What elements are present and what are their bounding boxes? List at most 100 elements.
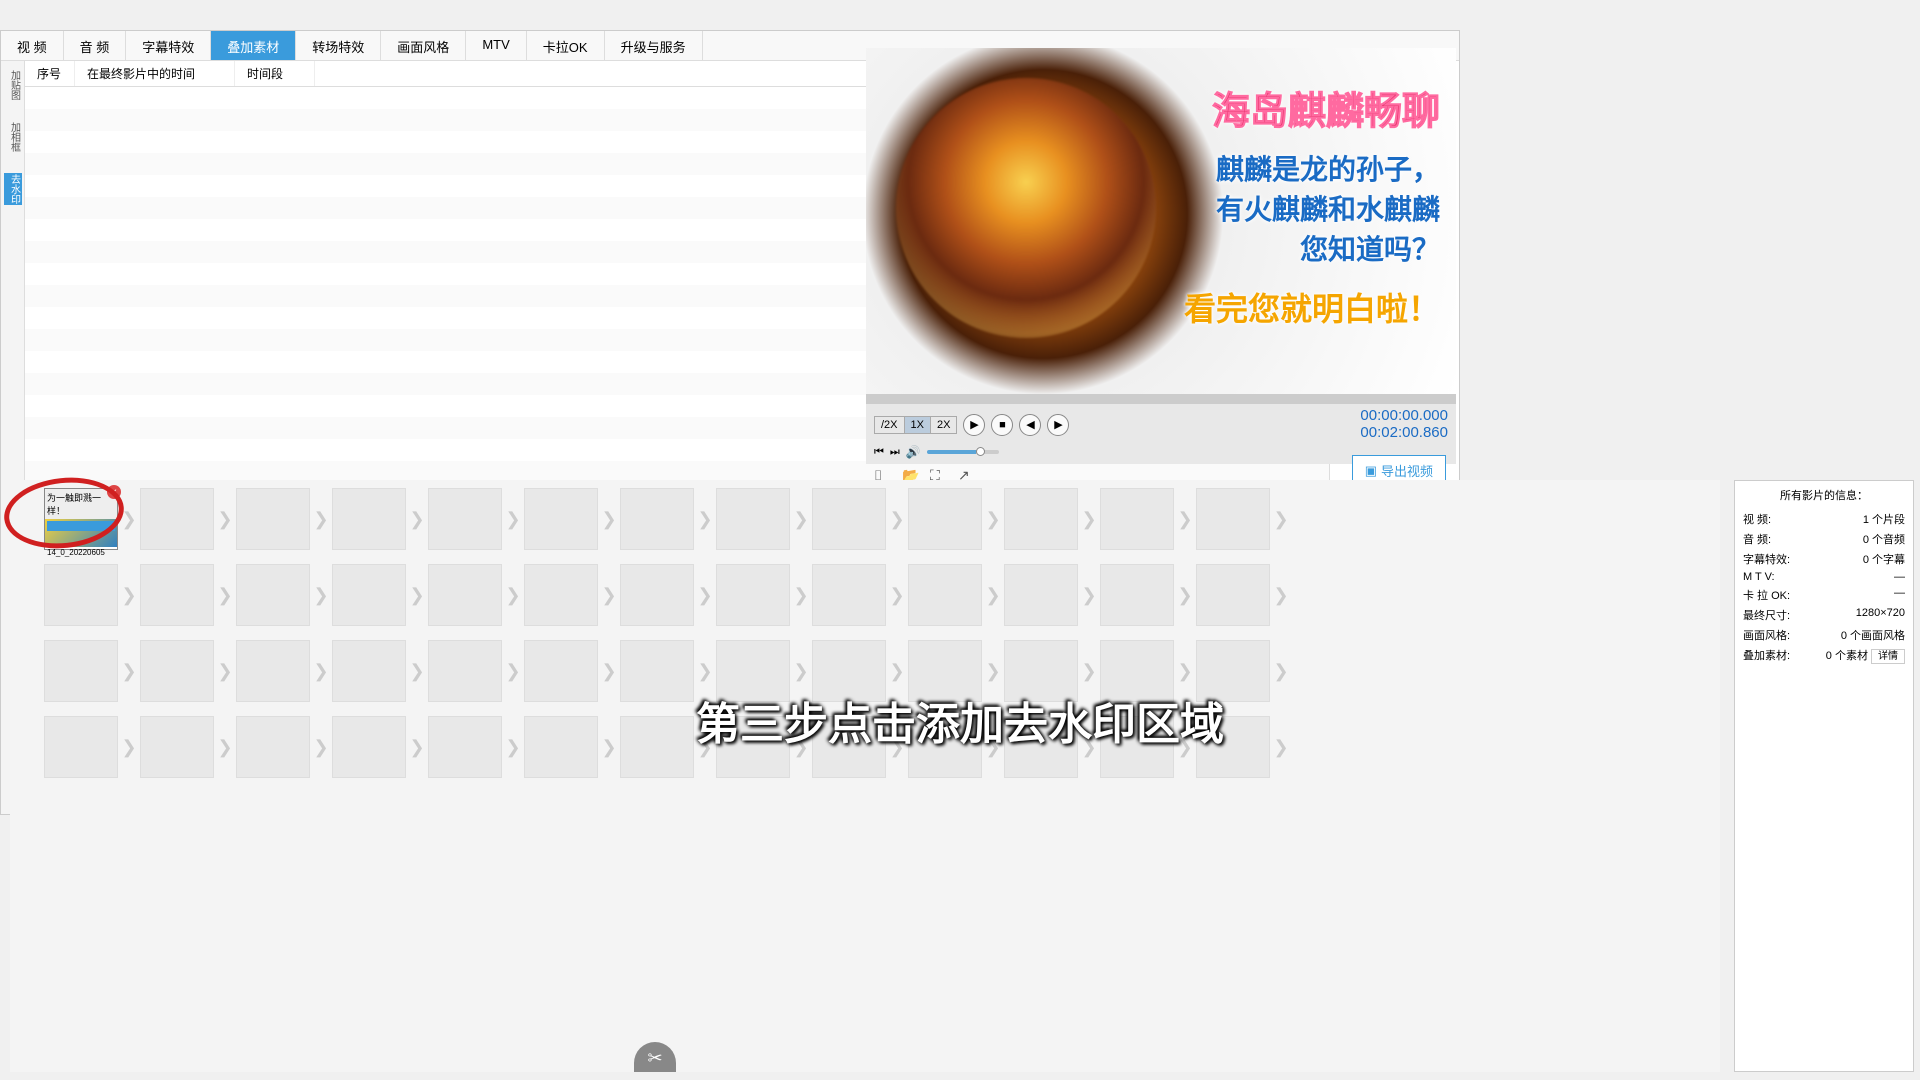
clip-slot[interactable] xyxy=(812,564,886,626)
clip-slot[interactable] xyxy=(1196,716,1270,778)
clip-slot[interactable] xyxy=(620,640,694,702)
clip-slot[interactable] xyxy=(332,564,406,626)
transition-icon[interactable]: ❯ xyxy=(312,640,330,702)
transition-icon[interactable]: ❯ xyxy=(120,488,138,550)
transition-icon[interactable]: ❯ xyxy=(408,488,426,550)
clip-slot[interactable]: 为一触即溅一样！14_0_20220605× xyxy=(44,488,118,550)
transition-icon[interactable]: ❯ xyxy=(888,640,906,702)
clip-slot[interactable] xyxy=(908,564,982,626)
clip-slot[interactable] xyxy=(812,488,886,550)
transition-icon[interactable]: ❯ xyxy=(120,640,138,702)
skip-back-icon[interactable]: ⏮ xyxy=(874,446,884,459)
clip-slot[interactable] xyxy=(428,640,502,702)
clip-slot[interactable] xyxy=(908,640,982,702)
clip-slot[interactable] xyxy=(236,716,310,778)
transition-icon[interactable]: ❯ xyxy=(120,716,138,778)
info-detail-button[interactable]: 详情 xyxy=(1871,649,1905,664)
transition-icon[interactable]: ❯ xyxy=(504,564,522,626)
clip-slot[interactable] xyxy=(1196,640,1270,702)
clip-slot[interactable] xyxy=(524,488,598,550)
transition-icon[interactable]: ❯ xyxy=(1176,564,1194,626)
clip-slot[interactable] xyxy=(812,716,886,778)
transition-icon[interactable]: ❯ xyxy=(408,640,426,702)
transition-icon[interactable]: ❯ xyxy=(888,564,906,626)
sidebar-watermark[interactable]: 去水印 xyxy=(4,173,22,205)
clip-slot[interactable] xyxy=(428,564,502,626)
transition-icon[interactable]: ❯ xyxy=(984,488,1002,550)
clip-slot[interactable] xyxy=(1100,640,1174,702)
clip-slot[interactable] xyxy=(1100,488,1174,550)
stop-icon[interactable]: ■ xyxy=(991,414,1013,436)
clip-slot[interactable] xyxy=(524,640,598,702)
play-icon[interactable]: ▶ xyxy=(963,414,985,436)
clip-slot[interactable] xyxy=(236,564,310,626)
transition-icon[interactable]: ❯ xyxy=(1080,640,1098,702)
clip-slot[interactable] xyxy=(1004,564,1078,626)
clip-slot[interactable] xyxy=(332,716,406,778)
transition-icon[interactable]: ❯ xyxy=(1272,488,1290,550)
transition-icon[interactable]: ❯ xyxy=(312,488,330,550)
transition-icon[interactable]: ❯ xyxy=(312,716,330,778)
clip-slot[interactable] xyxy=(1196,564,1270,626)
transition-icon[interactable]: ❯ xyxy=(1272,716,1290,778)
speed-2x[interactable]: 2X xyxy=(931,417,956,433)
tab-subtitle[interactable]: 字幕特效 xyxy=(126,31,211,60)
transition-icon[interactable]: ❯ xyxy=(600,564,618,626)
transition-icon[interactable]: ❯ xyxy=(408,716,426,778)
volume-icon[interactable]: 🔊 xyxy=(906,445,921,459)
transition-icon[interactable]: ❯ xyxy=(216,716,234,778)
transition-icon[interactable]: ❯ xyxy=(792,640,810,702)
clip-slot[interactable] xyxy=(332,488,406,550)
clip-slot[interactable] xyxy=(1196,488,1270,550)
tab-overlay[interactable]: 叠加素材 xyxy=(211,31,296,60)
tab-upgrade[interactable]: 升级与服务 xyxy=(605,31,703,60)
clip-slot[interactable] xyxy=(716,640,790,702)
tab-mtv[interactable]: MTV xyxy=(466,31,526,60)
clip-slot[interactable] xyxy=(1004,716,1078,778)
preview-scrubber[interactable] xyxy=(866,394,1456,404)
transition-icon[interactable]: ❯ xyxy=(600,716,618,778)
clip-slot[interactable] xyxy=(620,716,694,778)
close-icon[interactable]: × xyxy=(107,485,121,499)
transition-icon[interactable]: ❯ xyxy=(504,716,522,778)
sidebar-frame[interactable]: 加相框 xyxy=(4,121,22,153)
clip-slot[interactable] xyxy=(620,564,694,626)
clip-slot[interactable] xyxy=(524,716,598,778)
transition-icon[interactable]: ❯ xyxy=(216,640,234,702)
transition-icon[interactable]: ❯ xyxy=(696,640,714,702)
clip-slot[interactable] xyxy=(1004,488,1078,550)
clip-slot[interactable] xyxy=(716,488,790,550)
transition-icon[interactable]: ❯ xyxy=(984,564,1002,626)
transition-icon[interactable]: ❯ xyxy=(984,716,1002,778)
volume-slider[interactable] xyxy=(927,450,999,454)
transition-icon[interactable]: ❯ xyxy=(408,564,426,626)
transition-icon[interactable]: ❯ xyxy=(600,488,618,550)
preview-viewport[interactable]: 海岛麒麟畅聊 麒麟是龙的孙子， 有火麒麟和水麒麟 您知道吗？ 看完您就明白啦！ xyxy=(866,48,1456,394)
transition-icon[interactable]: ❯ xyxy=(504,640,522,702)
transition-icon[interactable]: ❯ xyxy=(1080,716,1098,778)
clip-slot[interactable] xyxy=(908,488,982,550)
transition-icon[interactable]: ❯ xyxy=(888,488,906,550)
transition-icon[interactable]: ❯ xyxy=(984,640,1002,702)
transition-icon[interactable]: ❯ xyxy=(312,564,330,626)
clip-slot[interactable] xyxy=(236,640,310,702)
transition-icon[interactable]: ❯ xyxy=(888,716,906,778)
transition-icon[interactable]: ❯ xyxy=(792,716,810,778)
clip-slot[interactable] xyxy=(428,488,502,550)
clip-slot[interactable] xyxy=(332,640,406,702)
clip-slot[interactable] xyxy=(140,564,214,626)
transition-icon[interactable]: ❯ xyxy=(1176,488,1194,550)
transition-icon[interactable]: ❯ xyxy=(696,716,714,778)
transition-icon[interactable]: ❯ xyxy=(216,564,234,626)
clip-slot[interactable] xyxy=(716,564,790,626)
clip-slot[interactable] xyxy=(908,716,982,778)
transition-icon[interactable]: ❯ xyxy=(1176,716,1194,778)
clip-slot[interactable] xyxy=(140,716,214,778)
scissors-icon[interactable]: ✂ xyxy=(634,1042,676,1072)
transition-icon[interactable]: ❯ xyxy=(1176,640,1194,702)
clip-slot[interactable] xyxy=(428,716,502,778)
tab-transition[interactable]: 转场特效 xyxy=(296,31,381,60)
clip-slot[interactable] xyxy=(620,488,694,550)
speed-1x[interactable]: 1X xyxy=(905,417,931,433)
clip-slot[interactable] xyxy=(140,488,214,550)
